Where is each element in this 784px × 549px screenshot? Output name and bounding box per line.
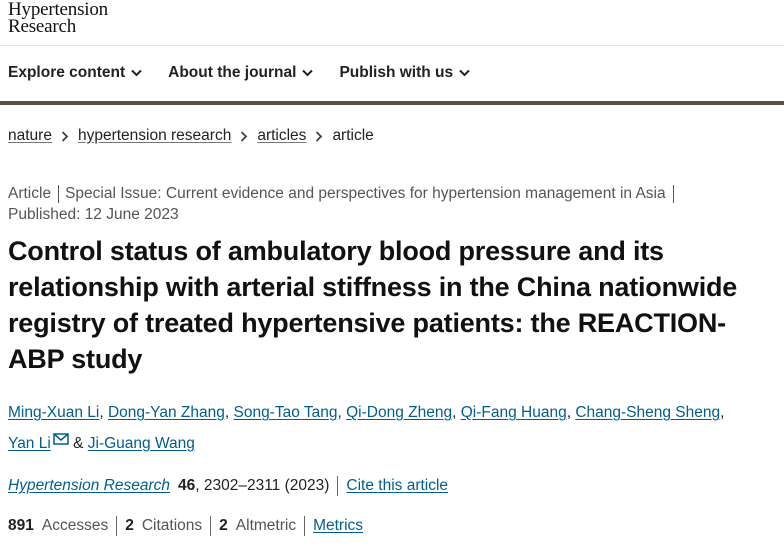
citations-label: Citations xyxy=(141,517,203,534)
main-nav: Explore content About the journal Publis… xyxy=(8,64,496,82)
meta-divider xyxy=(672,184,674,203)
metrics-divider xyxy=(210,516,212,536)
article-meta: Article Special Issue: Current evidence a… xyxy=(8,183,708,225)
breadcrumb-nature[interactable]: nature xyxy=(8,127,52,145)
article-metrics: 891 Accesses 2 Citations 2 Altmetric Met… xyxy=(8,516,363,536)
article-title: Control status of ambulatory blood press… xyxy=(8,236,738,374)
metrics-divider xyxy=(116,516,118,536)
altmetric-count: 2 xyxy=(219,517,228,534)
logo-line-2: Research xyxy=(8,16,77,37)
accesses-label: Accesses xyxy=(41,517,109,534)
accesses-count: 891 xyxy=(8,517,34,534)
published-date: Published: 12 June 2023 xyxy=(8,206,179,223)
article-type: Article xyxy=(8,185,52,202)
author-list: Ming-Xuan Li, Dong-Yan Zhang, Song-Tao T… xyxy=(8,397,768,459)
chevron-down-icon xyxy=(131,69,142,77)
author-link[interactable]: Qi-Fang Huang xyxy=(461,404,567,421)
nav-publish-with-us[interactable]: Publish with us xyxy=(339,64,470,82)
journal-logo[interactable]: Hypertension Research xyxy=(8,0,108,37)
cite-this-article-link[interactable]: Cite this article xyxy=(346,477,448,495)
citations-count: 2 xyxy=(125,517,134,534)
breadcrumb-articles[interactable]: articles xyxy=(257,127,306,145)
chevron-down-icon xyxy=(302,69,314,77)
author-link[interactable]: Chang-Sheng Sheng xyxy=(575,404,720,421)
author-separator: , xyxy=(337,404,347,421)
author-link[interactable]: Dong-Yan Zhang xyxy=(108,404,225,421)
author-separator: , xyxy=(99,404,108,421)
author-and: & xyxy=(68,435,88,452)
author-link[interactable]: Qi-Dong Zheng xyxy=(346,404,452,421)
chevron-right-icon xyxy=(61,130,69,142)
chevron-right-icon xyxy=(316,130,323,142)
author-link[interactable]: Yan Li xyxy=(8,435,51,452)
metrics-divider xyxy=(304,516,306,536)
journal-link[interactable]: Hypertension Research xyxy=(8,477,170,495)
breadcrumb: nature hypertension research articles ar… xyxy=(8,127,374,145)
author-link[interactable]: Ji-Guang Wang xyxy=(88,435,195,452)
author-link[interactable]: Ming-Xuan Li xyxy=(8,404,99,421)
meta-divider xyxy=(58,184,60,203)
author-separator: , xyxy=(452,404,461,421)
nav-explore-content[interactable]: Explore content xyxy=(8,64,142,82)
cite-divider xyxy=(337,476,339,496)
pages-year: , 2302–2311 (2023) xyxy=(195,477,330,494)
envelope-icon[interactable] xyxy=(53,433,69,445)
chevron-right-icon xyxy=(241,130,248,142)
author-link[interactable]: Song-Tao Tang xyxy=(233,404,337,421)
special-issue: Special Issue: Current evidence and pers… xyxy=(65,185,666,202)
header-divider xyxy=(0,45,784,46)
nav-divider xyxy=(0,101,784,105)
citation-line: Hypertension Research 46 , 2302–2311 (20… xyxy=(8,476,448,496)
nav-label: Explore content xyxy=(8,64,126,81)
nav-label: Publish with us xyxy=(339,64,454,81)
metrics-link[interactable]: Metrics xyxy=(313,517,363,535)
nav-label: About the journal xyxy=(168,64,297,81)
volume: 46 xyxy=(177,477,196,494)
nav-about-the-journal[interactable]: About the journal xyxy=(168,64,314,82)
author-separator: , xyxy=(720,404,725,421)
chevron-down-icon xyxy=(459,69,470,77)
breadcrumb-hypertension-research[interactable]: hypertension research xyxy=(78,127,231,145)
breadcrumb-current: article xyxy=(332,127,374,144)
altmetric-label: Altmetric xyxy=(235,517,297,534)
